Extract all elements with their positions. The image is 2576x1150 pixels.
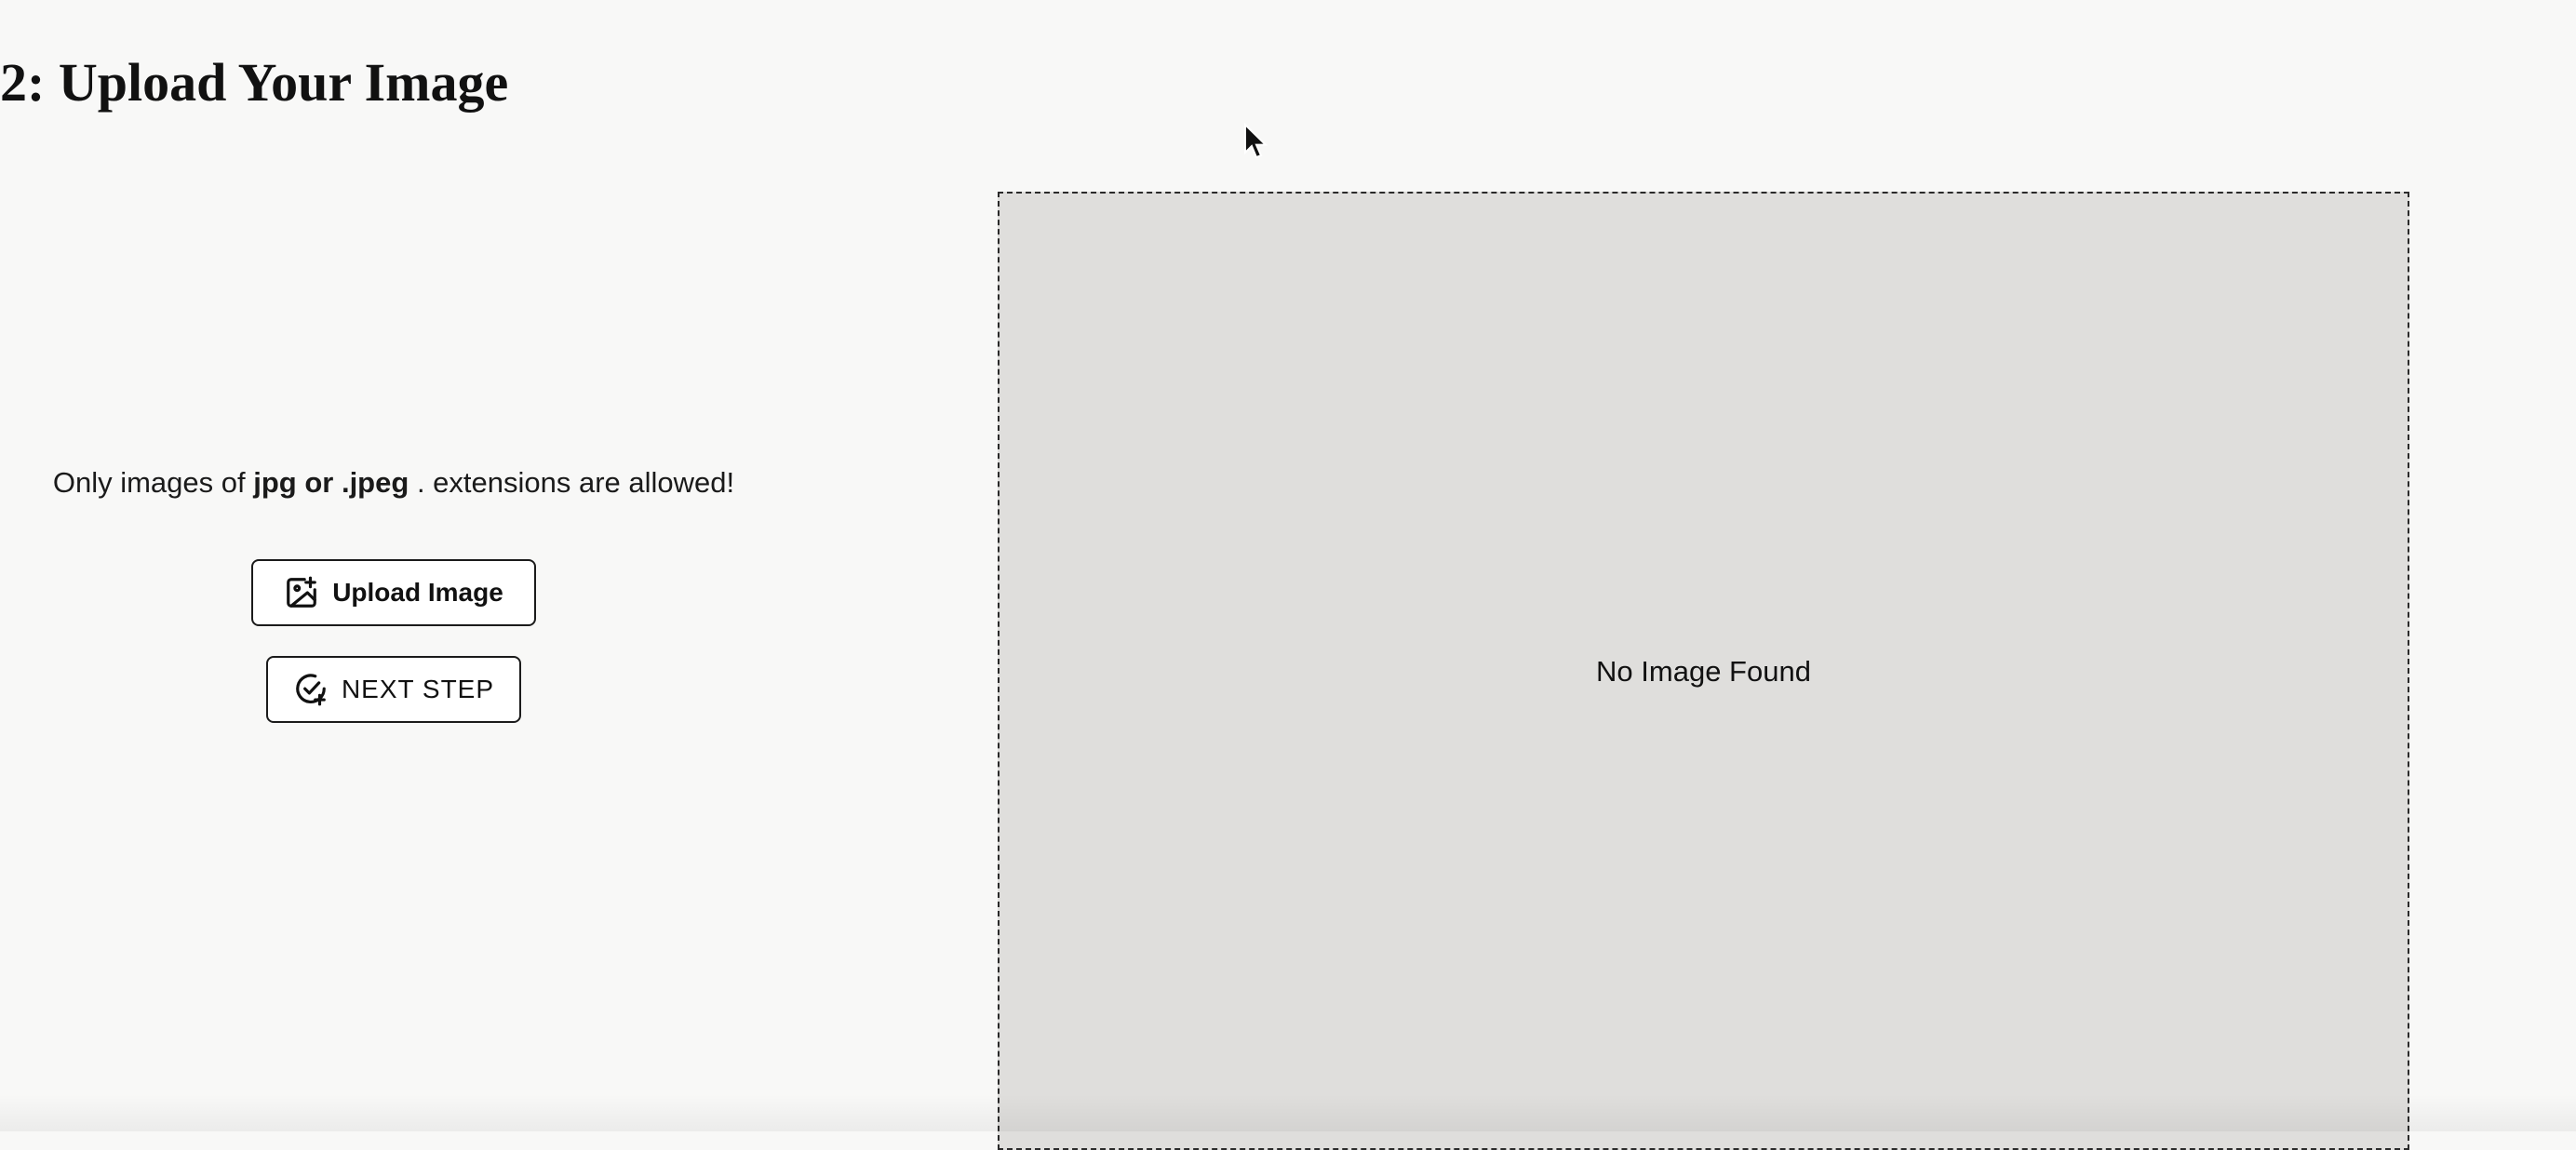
next-step-label: NEXT STEP xyxy=(341,675,495,704)
extension-note-suffix: . extensions are allowed! xyxy=(416,466,735,499)
image-preview-area: No Image Found xyxy=(998,192,2409,1150)
upload-panel: Only images of jpg or .jpeg . extensions… xyxy=(0,465,787,724)
next-step-button[interactable]: NEXT STEP xyxy=(266,656,521,724)
extension-note-formats: jpg or .jpeg xyxy=(253,466,409,499)
no-image-text: No Image Found xyxy=(1596,655,1811,688)
mouse-cursor-icon xyxy=(1243,122,1269,160)
upload-image-button[interactable]: Upload Image xyxy=(251,559,536,627)
extension-note: Only images of jpg or .jpeg . extensions… xyxy=(53,465,734,500)
page-title: 2: Upload Your Image xyxy=(0,52,509,113)
check-circle-plus-icon xyxy=(293,672,329,707)
image-plus-icon xyxy=(284,575,319,610)
upload-image-label: Upload Image xyxy=(332,578,503,608)
extension-note-prefix: Only images of xyxy=(52,466,246,499)
